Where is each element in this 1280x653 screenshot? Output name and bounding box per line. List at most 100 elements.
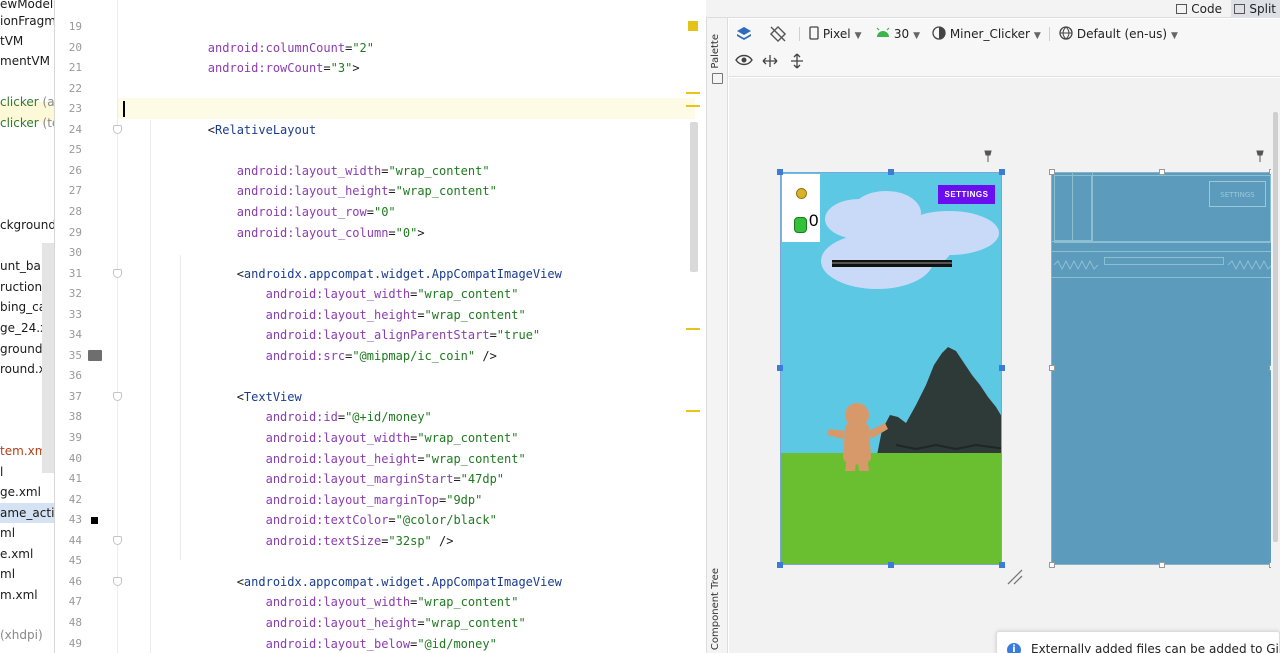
code-line[interactable]: android:id="@+id/money"	[150, 407, 432, 427]
code-line[interactable]: android:textColor="@color/black"	[150, 510, 497, 530]
resize-handle[interactable]	[1159, 169, 1165, 175]
project-file-item[interactable]: mentVM	[0, 51, 50, 71]
color-swatch-icon[interactable]	[91, 517, 98, 525]
code-line[interactable]: <androidx.appcompat.widget.AppCompatImag…	[150, 572, 562, 592]
phone-icon	[809, 26, 819, 40]
project-file-item[interactable]: clicker (an	[0, 92, 54, 112]
resize-handle[interactable]	[888, 169, 894, 175]
editor-scrollbar-thumb[interactable]	[690, 122, 698, 272]
money-panel: 0	[782, 174, 820, 242]
blueprint-preview[interactable]: SETTINGS	[1051, 172, 1272, 565]
pin-icon[interactable]	[984, 150, 992, 162]
pan-horizontal-button[interactable]	[762, 53, 778, 71]
code-line[interactable]: android:layout_width="wrap_content"	[150, 428, 519, 448]
device-preview[interactable]: 0 SETTINGS	[780, 172, 1002, 565]
miner-character[interactable]	[825, 401, 889, 471]
line-number: 30	[68, 246, 82, 260]
code-line[interactable]: android:src="@mipmap/ic_coin" />	[150, 346, 497, 366]
code-token: =	[489, 328, 497, 343]
project-file-label: clicker	[0, 116, 39, 130]
code-line[interactable]: android:layout_alignParentStart="true"	[150, 325, 541, 345]
project-file-item[interactable]: ckground.x	[0, 215, 54, 235]
tree-scrollbar[interactable]	[42, 243, 54, 473]
code-line[interactable]: android:layout_height="wrap_content"	[150, 181, 497, 201]
design-surface-button[interactable]	[735, 25, 753, 43]
code-line[interactable]: android:rowCount="3">	[150, 58, 360, 78]
project-file-item[interactable]: clicker (te	[0, 113, 54, 133]
project-file-item[interactable]: ge.xml	[0, 482, 41, 502]
code-line[interactable]: android:layout_height="wrap_content"	[150, 449, 526, 469]
image-preview-icon[interactable]	[88, 349, 102, 361]
line-number: 23	[68, 102, 82, 116]
code-line[interactable]: android:layout_marginStart="47dp"	[150, 469, 504, 489]
code-line[interactable]: android:layout_marginTop="9dp"	[150, 490, 483, 510]
project-file-item[interactable]: tVM	[0, 31, 23, 51]
view-options-button[interactable]	[735, 53, 753, 71]
split-view-button[interactable]: Split	[1231, 0, 1280, 18]
project-file-item[interactable]: e.xml	[0, 544, 33, 564]
resize-handle[interactable]	[888, 562, 894, 568]
resize-handle[interactable]	[1049, 365, 1055, 371]
warning-marker[interactable]	[686, 328, 700, 330]
code-line[interactable]: android:layout_width="wrap_content"	[150, 284, 519, 304]
code-line[interactable]: android:layout_height="wrap_content"	[150, 613, 526, 633]
code-line[interactable]: android:layout_below="@id/money"	[150, 634, 497, 653]
component-tree-tab[interactable]: Component Tree	[710, 568, 721, 650]
warning-marker[interactable]	[686, 105, 700, 107]
code-line[interactable]: <TextView	[150, 387, 302, 407]
resize-handle[interactable]	[777, 562, 783, 568]
code-line[interactable]: android:textSize="32sp" />	[150, 531, 454, 551]
code-line[interactable]: android:layout_height="wrap_content"	[150, 305, 526, 325]
line-number: 41	[68, 472, 82, 486]
warning-marker[interactable]	[686, 410, 700, 412]
orientation-button[interactable]	[769, 25, 787, 43]
project-file-item[interactable]: l	[0, 462, 3, 482]
resize-handle[interactable]	[999, 365, 1005, 371]
project-file-label: ge.xml	[0, 485, 41, 499]
project-file-item[interactable]: m.xml	[0, 585, 38, 605]
code-line[interactable]: android:layout_row="0"	[150, 202, 396, 222]
settings-button[interactable]: SETTINGS	[938, 185, 995, 204]
gem-icon	[794, 217, 807, 233]
pin-icon[interactable]	[1256, 150, 1264, 162]
line-number: 47	[68, 595, 82, 609]
code-view-button[interactable]: Code	[1173, 0, 1222, 18]
code-line[interactable]: <RelativeLayout	[150, 120, 316, 140]
project-file-label: ame_actio	[0, 506, 55, 520]
indent-guide	[180, 255, 181, 560]
canvas-scrollbar-thumb[interactable]	[1273, 112, 1278, 542]
resize-handle[interactable]	[777, 365, 783, 371]
code-token: <	[150, 266, 244, 281]
resize-corner-icon[interactable]	[1006, 568, 1024, 586]
theme-selector[interactable]: Miner_Clicker ▼	[932, 25, 1041, 43]
pan-vertical-button[interactable]	[789, 53, 805, 71]
project-file-item[interactable]: ml	[0, 523, 15, 543]
warning-marker[interactable]	[686, 92, 700, 94]
api-level-selector[interactable]: 30 ▼	[876, 25, 920, 43]
resize-handle[interactable]	[777, 169, 783, 175]
code-line[interactable]: android:columnCount="2"	[150, 38, 374, 58]
code-line[interactable]: android:layout_width="wrap_content"	[150, 592, 519, 612]
resize-handle[interactable]	[1159, 562, 1165, 568]
palette-tab[interactable]: Palette	[710, 34, 721, 69]
inspection-indicator[interactable]	[688, 21, 698, 31]
code-lines[interactable]: android:columnCount="2" android:rowCount…	[118, 0, 693, 653]
layout-design-canvas[interactable]: 0 SETTINGS SETTINGS	[729, 78, 1280, 653]
resize-handle[interactable]	[1049, 562, 1055, 568]
line-number: 42	[68, 492, 82, 506]
locale-selector[interactable]: Default (en-us) ▼	[1059, 25, 1178, 43]
code-line[interactable]: <androidx.appcompat.widget.AppCompatImag…	[150, 264, 562, 284]
resize-handle[interactable]	[999, 169, 1005, 175]
resize-handle[interactable]	[1049, 169, 1055, 175]
git-notification-toast[interactable]: i Externally added files can be added to…	[996, 631, 1280, 653]
code-line[interactable]: android:layout_width="wrap_content"	[150, 161, 490, 181]
xml-code-editor[interactable]: 19 20 21 22 23 24 25 26 27 28 29 30 31 32 33 34 35 36 37 38…	[56, 0, 706, 653]
code-token: "wrap_content"	[424, 615, 526, 630]
project-file-item[interactable]: ionFragm	[0, 11, 54, 31]
code-line[interactable]: android:layout_column="0">	[150, 223, 425, 243]
design-toolbar: Pixel ▼ 30 ▼ Miner_Clicker ▼ Default (en-us…	[729, 19, 1280, 49]
device-selector[interactable]: Pixel ▼	[809, 25, 862, 43]
resize-handle[interactable]	[999, 562, 1005, 568]
project-file-item[interactable]: ml	[0, 564, 15, 584]
project-file-item[interactable]: ame_actio	[0, 503, 55, 523]
